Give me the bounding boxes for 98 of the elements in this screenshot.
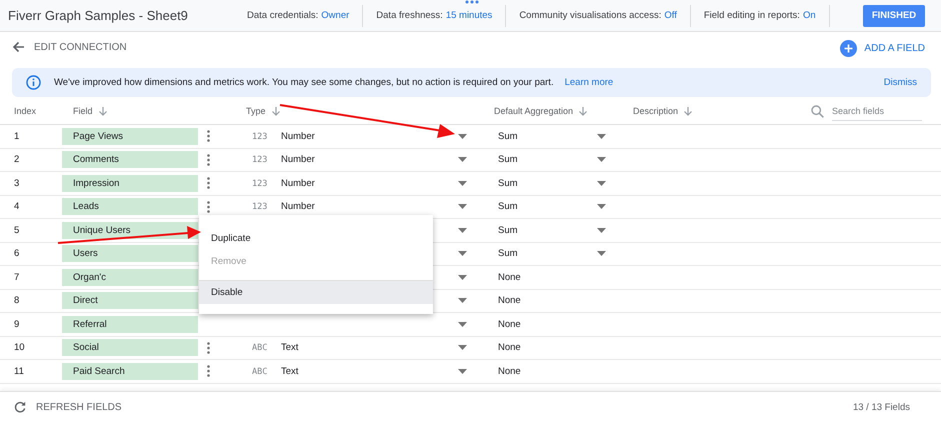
field-name-chip[interactable]: Comments — [62, 151, 198, 168]
aggregation-value: None — [498, 318, 522, 330]
field-type: Number — [281, 178, 315, 189]
banner-message: We've improved how dimensions and metrics work. You may see some changes, but no action is required on your part. — [54, 77, 554, 88]
field-type: Text — [281, 342, 298, 354]
type-icon: 123 — [252, 132, 268, 142]
search-icon — [811, 104, 824, 118]
setting-label: Data freshness: — [376, 10, 443, 21]
menu-item[interactable]: Disable — [199, 281, 433, 304]
field-name-chip[interactable]: Page Views — [62, 128, 198, 145]
field-name-chip[interactable]: Impression — [62, 174, 198, 192]
aggregation-value: None — [498, 272, 522, 283]
back-button[interactable]: EDIT CONNECTION — [12, 41, 127, 53]
dropdown-caret-icon — [458, 298, 467, 304]
row-index: 11 — [14, 366, 25, 377]
setting-link[interactable]: On — [802, 10, 816, 21]
sort-arrow-icon — [270, 106, 281, 116]
column-header[interactable]: Default Aggregation — [494, 106, 574, 116]
field-name-chip[interactable]: Users — [62, 245, 198, 262]
back-arrow-icon — [12, 41, 25, 53]
row-index: 3 — [14, 178, 20, 189]
setting-link[interactable]: 15 minutes — [446, 10, 492, 21]
more-options-icon — [206, 365, 210, 378]
aggregation-value: Sum — [498, 130, 519, 142]
row-index: 8 — [14, 295, 20, 306]
dropdown-caret-icon — [458, 180, 467, 186]
dropdown-caret-icon — [458, 345, 467, 350]
more-options-icon — [206, 200, 210, 213]
row-index: 7 — [14, 272, 20, 283]
dropdown-caret-icon — [458, 274, 467, 280]
field-count: 13 / 13 Fields — [852, 402, 910, 412]
menu-item: Remove — [210, 255, 248, 269]
aggregation-value: None — [498, 366, 522, 377]
dropdown-caret-icon — [458, 204, 467, 210]
column-header[interactable]: Field — [73, 106, 93, 116]
row-index: 9 — [14, 318, 20, 330]
field-type: Text — [281, 366, 298, 377]
column-header[interactable]: Type — [246, 106, 266, 116]
row-index: 6 — [14, 248, 20, 260]
loading-dots-icon — [465, 0, 479, 4]
more-options-icon — [206, 177, 210, 190]
row-index: 1 — [14, 130, 20, 142]
type-icon: ABC — [252, 343, 268, 354]
dropdown-caret-icon — [458, 251, 467, 256]
aggregation-value: None — [498, 342, 522, 354]
setting-label: Community visualisations access: — [519, 10, 662, 21]
dropdown-caret-icon — [458, 157, 467, 162]
more-options-icon — [206, 130, 210, 142]
field-type: Number — [281, 130, 315, 142]
field-name-chip[interactable]: Referral — [62, 316, 198, 333]
field-type: Number — [281, 201, 315, 212]
search-field[interactable]: Search fields — [832, 101, 922, 121]
type-icon: 123 — [252, 155, 268, 166]
document-title: Fiverr Graph Samples - Sheet9 — [7, 8, 189, 23]
menu-item[interactable]: Duplicate — [199, 227, 433, 250]
setting-label: Field editing in reports: — [704, 10, 800, 21]
type-icon: 123 — [252, 202, 268, 212]
field-type: Number — [281, 154, 315, 166]
field-name-chip[interactable]: Unique Users — [62, 222, 198, 239]
aggregation-value: Sum — [498, 201, 519, 212]
add-field-button[interactable]: ADD A FIELD — [840, 40, 925, 56]
aggregation-value: Sum — [498, 224, 519, 236]
dropdown-caret-icon — [458, 368, 467, 374]
plus-icon — [840, 40, 858, 56]
sort-arrow-icon — [98, 106, 108, 116]
field-name-chip[interactable]: Organ'c — [62, 268, 198, 286]
learn-more-link[interactable]: Learn more — [564, 77, 614, 88]
sort-arrow-icon — [683, 106, 694, 116]
row-index: 10 — [14, 342, 26, 354]
more-options-icon — [206, 154, 210, 166]
aggregation-value: Sum — [498, 248, 519, 260]
aggregation-value: Sum — [498, 178, 519, 189]
field-name-chip[interactable]: Paid Search — [62, 362, 198, 380]
row-index: 5 — [14, 224, 20, 236]
field-name-chip[interactable]: Direct — [62, 292, 198, 310]
dropdown-caret-icon — [458, 322, 467, 327]
refresh-fields-button[interactable]: REFRESH FIELDS — [14, 401, 122, 413]
field-name-chip[interactable]: Social — [62, 339, 198, 356]
setting-label: Data credentials: — [247, 10, 318, 21]
finished-button[interactable]: FINISHED — [863, 4, 925, 26]
dropdown-caret-icon — [458, 134, 467, 139]
type-icon: 123 — [252, 178, 268, 189]
sort-arrow-icon — [578, 106, 588, 116]
setting-link[interactable]: Owner — [321, 10, 350, 21]
column-header: Index — [14, 106, 36, 116]
refresh-icon — [14, 401, 26, 413]
info-icon — [26, 75, 41, 90]
setting-link[interactable]: Off — [664, 10, 677, 21]
field-name-chip[interactable]: Leads — [62, 198, 198, 216]
column-header[interactable]: Description — [633, 106, 678, 116]
aggregation-value: None — [498, 295, 522, 306]
row-index: 4 — [14, 201, 20, 212]
type-icon: ABC — [252, 366, 268, 377]
dismiss-link[interactable]: Dismiss — [884, 77, 917, 88]
aggregation-value: Sum — [498, 154, 519, 166]
row-index: 2 — [14, 154, 20, 166]
more-options-icon — [206, 342, 210, 354]
dropdown-caret-icon — [458, 228, 467, 233]
